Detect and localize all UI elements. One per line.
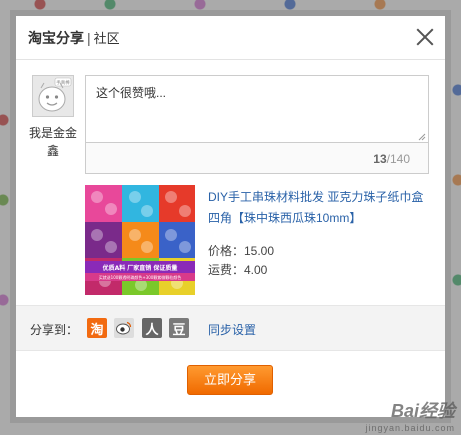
taobao-share-icon[interactable]: 淘 — [87, 318, 107, 338]
product-image[interactable]: 优质A料 厂家直销 保证质量 买就送100颗透明珠颜色+300颗紫微颗粒颜色 — [85, 185, 195, 295]
dialog-titlebar: 淘宝分享 | 社区 — [16, 16, 445, 60]
product-title-link[interactable]: DIY手工串珠材料批发 亚克力珠子纸巾盒四角【珠中珠西瓜珠10mm】 — [208, 187, 433, 229]
avatar-face-icon: 手真棒 — [38, 77, 72, 112]
char-counter: 13/140 — [373, 152, 410, 166]
watermark-main: Bai经验 — [390, 401, 455, 421]
share-now-button[interactable]: 立即分享 — [187, 365, 273, 395]
dialog-title: 淘宝分享 — [28, 29, 84, 46]
share-to-label: 分享到： — [30, 323, 79, 337]
username: 我是金金鑫 — [28, 126, 77, 158]
douban-share-icon[interactable]: 豆 — [169, 318, 189, 338]
title-separator: | — [87, 29, 91, 46]
avatar-badge-text: 手真棒 — [56, 79, 70, 86]
product-price: 价格：15.00 — [208, 244, 275, 258]
resize-grip-icon[interactable] — [416, 131, 426, 141]
banner-line1: 优质A料 厂家直销 保证质量 — [103, 264, 178, 272]
baidu-jingyan-watermark: Bai经验 jingyan.baidu.com — [365, 397, 455, 433]
share-dialog: 淘宝分享 | 社区 手真棒 我是金金鑫 这个很赞哦... 13/140 优质A料… — [10, 10, 451, 423]
beads-photo: 优质A料 厂家直销 保证质量 买就送100颗透明珠颜色+300颗紫微颗粒颜色 — [85, 185, 195, 295]
close-icon[interactable] — [413, 25, 437, 49]
weibo-share-icon[interactable] — [114, 318, 134, 338]
watermark-sub: jingyan.baidu.com — [365, 423, 455, 433]
comment-box: 这个很赞哦... 13/140 — [85, 75, 429, 174]
share-bar: 分享到： 淘 人 豆 同步设置 — [16, 305, 445, 351]
renren-share-icon[interactable]: 人 — [142, 318, 162, 338]
char-count: 13 — [373, 152, 387, 166]
product-shipping: 运费：4.00 — [208, 263, 268, 277]
sync-settings-link[interactable]: 同步设置 — [208, 321, 256, 338]
dialog-subtitle: 社区 — [93, 31, 120, 46]
weibo-eye-icon — [116, 321, 132, 335]
char-max: /140 — [386, 152, 410, 166]
banner-line2: 买就送100颗透明珠颜色+300颗紫微颗粒颜色 — [99, 274, 182, 280]
comment-input[interactable]: 这个很赞哦... — [86, 76, 428, 143]
avatar[interactable]: 手真棒 — [32, 75, 74, 117]
